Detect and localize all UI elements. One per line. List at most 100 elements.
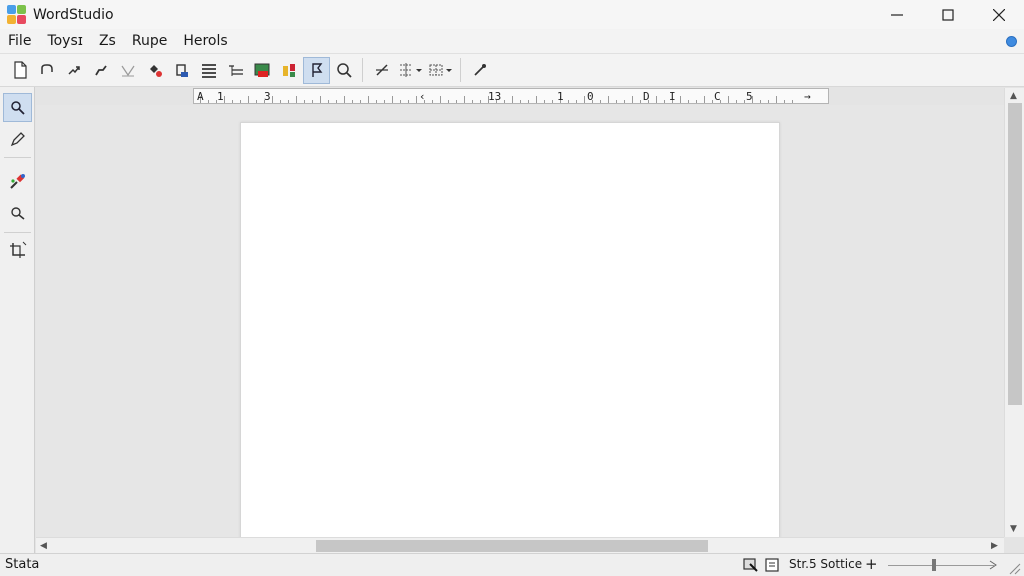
menu-bar: File Toysɪ Zs Rupe Herols (0, 29, 1024, 54)
crop-tool[interactable] (3, 235, 32, 264)
toolbar (0, 54, 1024, 87)
ruler-tick (736, 100, 737, 103)
print-layout-icon[interactable] (743, 558, 759, 573)
horizontal-scroll-thumb[interactable] (316, 540, 708, 552)
undo-button[interactable] (33, 57, 60, 84)
ruler-tick (280, 100, 281, 103)
split-icon (375, 64, 388, 76)
ruler-tick (480, 100, 481, 103)
ruler-tick (288, 100, 289, 103)
ruler-tick (624, 100, 625, 103)
ruler-tick (504, 100, 505, 103)
status-bar: Stata Str.5 Sottice + (0, 553, 1024, 576)
dropper-tool[interactable] (3, 167, 32, 196)
app-title: WordStudio (33, 6, 114, 23)
paragraph-mark-button[interactable] (303, 56, 330, 84)
menu-file[interactable]: File (0, 29, 39, 54)
document-page[interactable] (240, 122, 780, 542)
ruler-tick (784, 100, 785, 103)
minimize-button[interactable] (871, 0, 922, 29)
horizontal-ruler[interactable]: A 1 3 ‹ 13 1 0 D I C 5 → (193, 88, 829, 104)
select-tool[interactable] (3, 93, 32, 122)
format-painter-button[interactable] (276, 57, 303, 84)
ruler-tick (520, 100, 521, 103)
menu-help[interactable]: Herols (175, 29, 235, 54)
curve-icon (94, 65, 107, 76)
help-icon[interactable] (1006, 36, 1017, 47)
ruler-tick (744, 100, 745, 103)
split-button[interactable] (368, 57, 395, 84)
scroll-up-icon[interactable]: ▲ (1010, 91, 1017, 101)
zoom-slider-thumb[interactable] (932, 559, 936, 571)
app-logo-icon (7, 4, 27, 25)
zoom-tool[interactable] (3, 199, 32, 228)
horizontal-scrollbar[interactable]: ◀ ▶ (36, 537, 1004, 553)
columns-icon (400, 63, 422, 77)
insert-image-button[interactable] (249, 57, 276, 84)
new-document-button[interactable] (6, 57, 33, 84)
ruler-tick (240, 100, 241, 103)
ruler-tick (680, 96, 681, 103)
select-tool-icon (10, 100, 25, 115)
ruler-label: 1 (557, 90, 564, 103)
ruler-tick (344, 96, 345, 103)
ruler-label: 5 (746, 90, 753, 103)
ruler-tick (528, 100, 529, 103)
new-document-icon (13, 61, 27, 79)
ruler-tick (392, 96, 393, 103)
ruler-tick (464, 96, 465, 103)
maximize-button[interactable] (922, 0, 973, 29)
ruler-tick (616, 100, 617, 103)
highlight-button[interactable] (141, 57, 168, 84)
title-bar: WordStudio (0, 0, 1024, 29)
paste-icon (175, 64, 188, 77)
zoom-tool-icon (10, 206, 24, 220)
scroll-left-icon[interactable]: ◀ (40, 541, 47, 551)
read-mode-icon[interactable] (765, 558, 781, 573)
ruler-tick (320, 96, 321, 103)
ruler-label: 3 (264, 90, 271, 103)
style-button[interactable] (114, 57, 141, 84)
status-text: Stata (5, 557, 40, 572)
resize-grip-icon[interactable] (1008, 562, 1022, 576)
ruler-tick (400, 100, 401, 103)
table-button[interactable] (425, 57, 455, 84)
close-button[interactable] (973, 0, 1024, 29)
zoom-in-button[interactable]: + (865, 555, 878, 573)
scroll-right-icon[interactable]: ▶ (991, 541, 998, 551)
ruler-label: C (714, 90, 721, 103)
ruler-tick (472, 100, 473, 103)
scroll-down-icon[interactable]: ▼ (1010, 524, 1017, 534)
menu-zs[interactable]: Zs (91, 29, 124, 54)
ruler-tick (304, 100, 305, 103)
ruler-tick (408, 100, 409, 103)
columns-button[interactable] (395, 57, 425, 84)
ruler-tick (360, 100, 361, 103)
ruler-tick (688, 100, 689, 103)
magic-button[interactable] (466, 57, 493, 84)
vertical-scrollbar[interactable]: ▲ ▼ (1004, 88, 1024, 537)
zoom-slider-end-arrow-icon (989, 560, 997, 570)
align-justify-button[interactable] (195, 57, 222, 84)
curve-button[interactable] (87, 57, 114, 84)
menu-rupe[interactable]: Rupe (124, 29, 175, 54)
search-button[interactable] (330, 57, 357, 84)
minimize-icon (890, 13, 903, 16)
ruler-label: 0 (587, 90, 594, 103)
ruler-tick (568, 100, 569, 103)
list-indent-icon (228, 65, 243, 76)
zoom-slider-track[interactable] (888, 565, 994, 566)
crop-tool-icon (9, 241, 26, 258)
ruler-tick (384, 100, 385, 103)
pencil-tool[interactable] (3, 124, 32, 153)
highlight-icon (149, 65, 162, 77)
ruler-tick (576, 100, 577, 103)
list-indent-button[interactable] (222, 57, 249, 84)
redo-button[interactable] (60, 57, 87, 84)
insert-image-icon (254, 63, 269, 77)
menu-tools[interactable]: Toysɪ (39, 29, 91, 54)
ruler-tick (552, 100, 553, 103)
paste-button[interactable] (168, 57, 195, 84)
search-icon (336, 63, 352, 78)
vertical-scroll-thumb[interactable] (1008, 103, 1022, 405)
